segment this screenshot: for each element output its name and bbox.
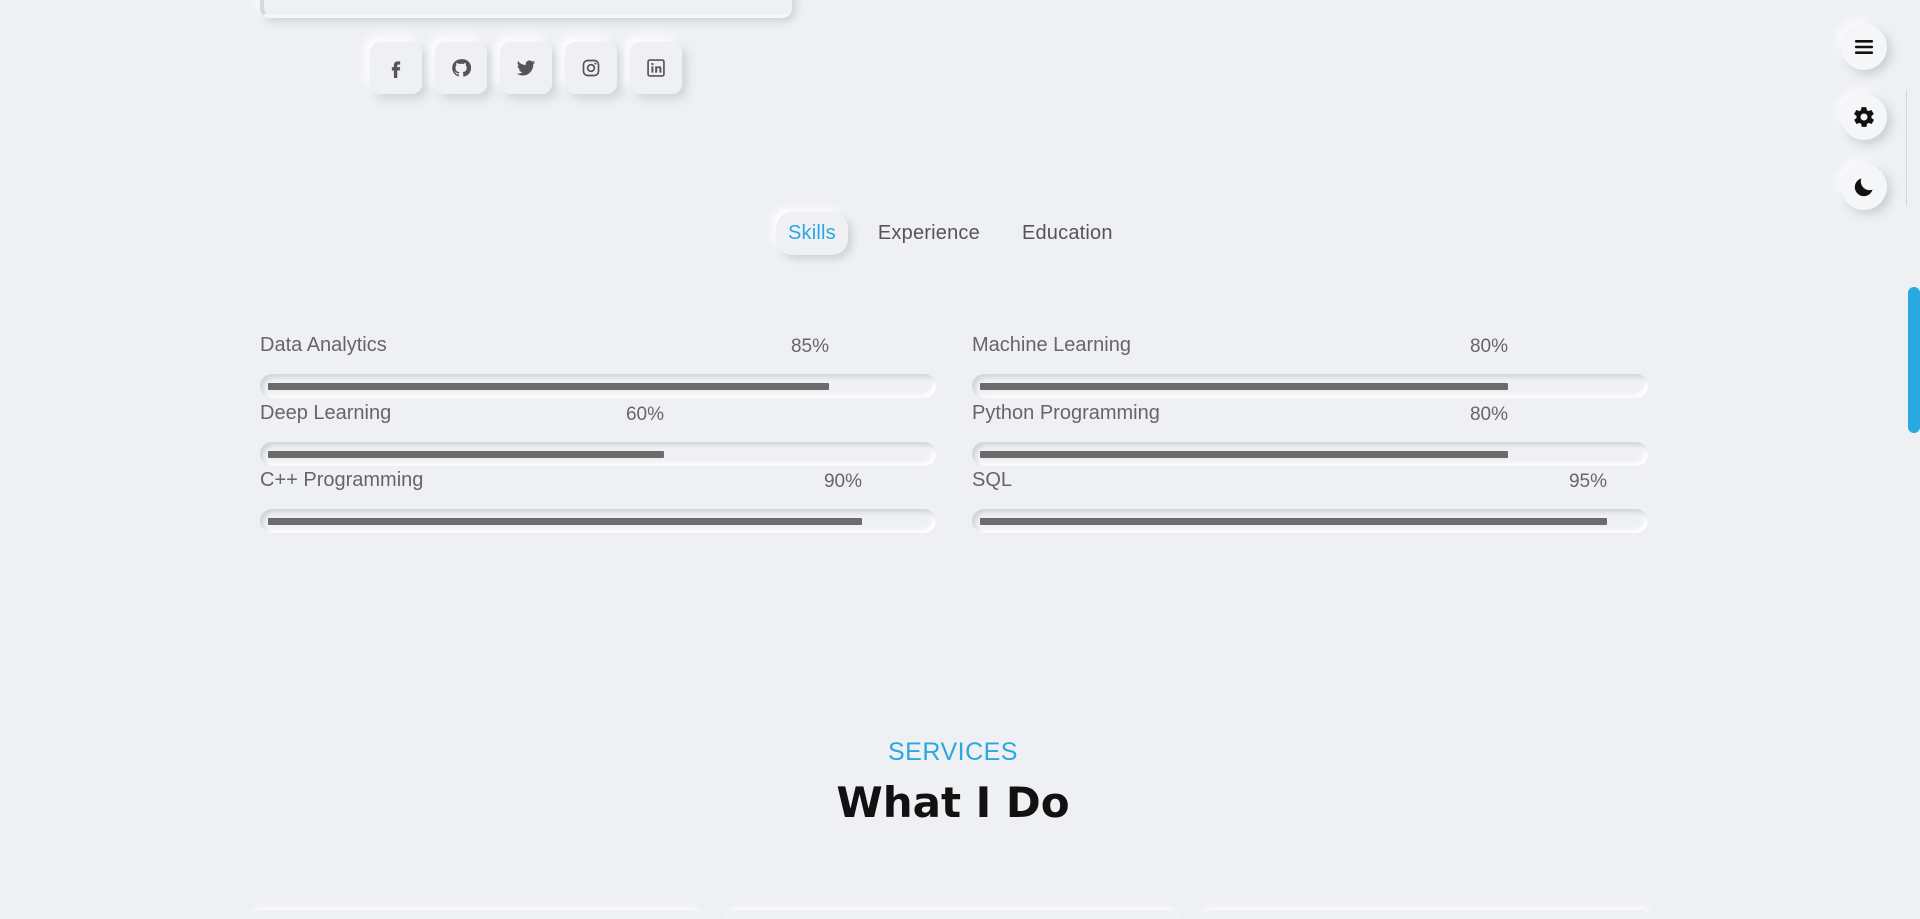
skill-progress-track bbox=[260, 374, 936, 398]
skill-progress-fill bbox=[268, 518, 862, 525]
profile-card-bottom-edge bbox=[260, 0, 792, 18]
skill-progress-track bbox=[260, 509, 936, 533]
skill-progress-fill bbox=[980, 518, 1607, 525]
skill-sql: SQL 95% bbox=[972, 469, 1648, 533]
skill-percent: 60% bbox=[625, 404, 664, 425]
skill-progress-track bbox=[972, 374, 1648, 398]
skill-percent: 80% bbox=[1469, 404, 1508, 425]
tab-experience[interactable]: Experience bbox=[866, 212, 992, 255]
skill-name: Data Analytics bbox=[260, 334, 387, 356]
twitter-icon bbox=[516, 60, 536, 76]
service-card bbox=[728, 910, 1176, 919]
tab-education[interactable]: Education bbox=[1010, 212, 1125, 255]
services-kicker: SERVICES bbox=[888, 738, 1018, 766]
skill-machine-learning: Machine Learning 80% bbox=[972, 334, 1648, 398]
facebook-icon bbox=[391, 61, 401, 78]
instagram-icon bbox=[582, 59, 600, 77]
skill-progress-fill bbox=[980, 451, 1508, 458]
skill-progress-fill bbox=[980, 383, 1508, 390]
facebook-link[interactable] bbox=[370, 42, 422, 94]
github-icon bbox=[452, 59, 471, 77]
skill-deep-learning: Deep Learning 60% bbox=[260, 402, 936, 466]
skill-python-programming: Python Programming 80% bbox=[972, 402, 1648, 466]
skill-name: Machine Learning bbox=[972, 334, 1131, 356]
menu-icon bbox=[1855, 40, 1873, 54]
skill-progress-track bbox=[260, 442, 936, 466]
theme-toggle-button[interactable] bbox=[1841, 164, 1887, 210]
linkedin-link[interactable] bbox=[630, 42, 682, 94]
social-links bbox=[370, 42, 682, 94]
tab-skills[interactable]: Skills bbox=[776, 212, 848, 255]
skill-percent: 85% bbox=[790, 336, 829, 357]
service-card bbox=[1203, 910, 1651, 919]
skill-cpp-programming: C++ Programming 90% bbox=[260, 469, 936, 533]
skill-percent: 95% bbox=[1568, 471, 1607, 492]
moon-icon bbox=[1854, 178, 1873, 197]
service-card bbox=[252, 910, 700, 919]
github-link[interactable] bbox=[435, 42, 487, 94]
skill-progress-track bbox=[972, 442, 1648, 466]
skill-name: C++ Programming bbox=[260, 469, 424, 491]
linkedin-icon bbox=[647, 59, 665, 77]
skill-name: Deep Learning bbox=[260, 402, 392, 424]
scrollbar-thumb[interactable] bbox=[1908, 287, 1920, 433]
side-divider bbox=[1906, 90, 1907, 206]
skill-name: Python Programming bbox=[972, 402, 1160, 424]
page: Skills Experience Education Data Analyti… bbox=[0, 0, 1920, 919]
skill-progress-fill bbox=[268, 451, 664, 458]
skill-name: SQL bbox=[972, 469, 1013, 491]
twitter-link[interactable] bbox=[500, 42, 552, 94]
skill-progress-track bbox=[972, 509, 1648, 533]
gear-icon bbox=[1854, 107, 1874, 127]
skill-data-analytics: Data Analytics 85% bbox=[260, 334, 936, 398]
skill-progress-fill bbox=[268, 383, 829, 390]
menu-button[interactable] bbox=[1841, 24, 1887, 70]
services-title: What I Do bbox=[836, 778, 1070, 827]
instagram-link[interactable] bbox=[565, 42, 617, 94]
skill-percent: 90% bbox=[823, 471, 862, 492]
settings-button[interactable] bbox=[1841, 94, 1887, 140]
resume-tabs: Skills Experience Education bbox=[776, 212, 1143, 255]
skill-percent: 80% bbox=[1469, 336, 1508, 357]
